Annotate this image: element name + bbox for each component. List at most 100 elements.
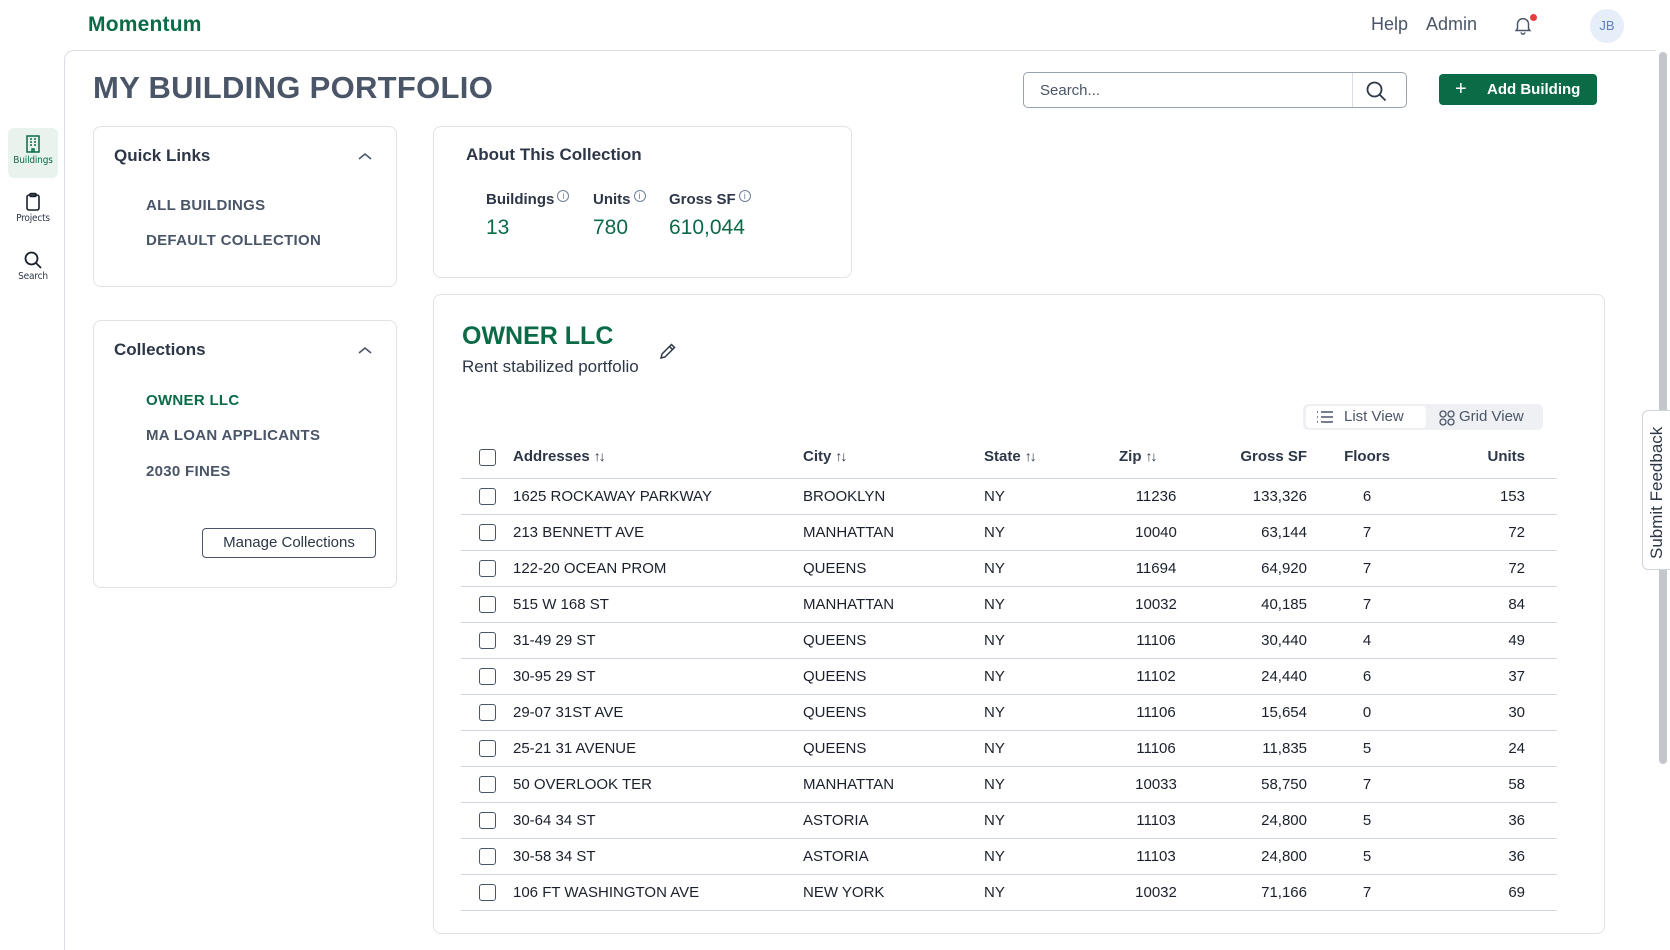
row-units: 49 [1427,622,1557,659]
row-checkbox[interactable] [478,775,496,793]
table-row[interactable]: 213 BENNETT AVE MANHATTAN NY 10040 63,144 7 72 [461,514,1557,551]
row-address[interactable]: 106 FT WASHINGTON AVE [513,874,803,911]
table-row[interactable]: 30-95 29 ST QUEENS NY 11102 24,440 6 37 [461,658,1557,695]
row-checkbox[interactable] [478,487,496,505]
info-icon[interactable]: i [633,190,646,202]
row-gross-sf: 24,800 [1193,802,1307,839]
stat-gross-sf-value: 610,044 [669,216,745,239]
table-row[interactable]: 50 OVERLOOK TER MANHATTAN NY 10033 58,750 7 58 [461,766,1557,803]
row-floors: 7 [1307,874,1427,911]
sort-icon[interactable]: ↑↓ [1146,448,1158,464]
column-header-state[interactable]: State ↑↓ [984,436,1119,479]
table-row[interactable]: 122-20 OCEAN PROM QUEENS NY 11694 64,920 7 72 [461,550,1557,587]
search-bar [1023,72,1407,108]
row-state: NY [984,478,1119,515]
quick-link-default-collection[interactable]: DEFAULT COLLECTION [146,232,321,249]
row-checkbox[interactable] [478,559,496,577]
row-address[interactable]: 122-20 OCEAN PROM [513,550,803,587]
row-address[interactable]: 1625 ROCKAWAY PARKWAY [513,478,803,515]
row-units: 37 [1427,658,1557,695]
chevron-up-icon[interactable] [357,345,373,355]
row-checkbox[interactable] [478,883,496,901]
row-address[interactable]: 30-64 34 ST [513,802,803,839]
admin-link[interactable]: Admin [1426,14,1477,35]
table-row[interactable]: 31-49 29 ST QUEENS NY 11106 30,440 4 49 [461,622,1557,659]
select-all-checkbox[interactable] [478,448,496,466]
scrollbar-thumb[interactable] [1659,52,1667,764]
manage-collections-button[interactable]: Manage Collections [202,528,376,558]
chevron-up-icon[interactable] [357,151,373,161]
table-row[interactable]: 515 W 168 ST MANHATTAN NY 10032 40,185 7 84 [461,586,1557,623]
info-icon[interactable]: i [557,190,570,202]
row-checkbox[interactable] [478,703,496,721]
table-row[interactable]: 106 FT WASHINGTON AVE NEW YORK NY 10032 71,1… [461,874,1557,911]
table-row[interactable]: 29-07 31ST AVE QUEENS NY 11106 15,654 0 30 [461,694,1557,731]
row-state: NY [984,694,1119,731]
table-row[interactable]: 1625 ROCKAWAY PARKWAY BROOKLYN NY 11236 133,… [461,478,1557,515]
row-units: 58 [1427,766,1557,803]
row-checkbox[interactable] [478,667,496,685]
row-zip: 11103 [1119,802,1193,839]
sort-icon[interactable]: ↑↓ [594,448,606,464]
row-checkbox[interactable] [478,631,496,649]
about-title: About This Collection [466,145,642,164]
column-header-zip[interactable]: Zip ↑↓ [1119,436,1193,479]
row-address[interactable]: 213 BENNETT AVE [513,514,803,551]
row-floors: 7 [1307,550,1427,587]
collection-owner-llc[interactable]: OWNER LLC [146,392,240,409]
row-gross-sf: 133,326 [1193,478,1307,515]
quick-link-all-buildings[interactable]: ALL BUILDINGS [146,197,265,214]
help-link[interactable]: Help [1371,14,1408,35]
collection-2030-fines[interactable]: 2030 FINES [146,463,231,480]
row-checkbox[interactable] [478,595,496,613]
rail-item-buildings[interactable]: Buildings [8,128,58,178]
collection-name: OWNER LLC [462,322,614,350]
edit-collection-button[interactable] [658,341,680,363]
row-address[interactable]: 25-21 31 AVENUE [513,730,803,767]
grid-view-button[interactable]: Grid View [1429,406,1541,428]
row-address[interactable]: 29-07 31ST AVE [513,694,803,731]
row-zip: 11106 [1119,622,1193,659]
rail-item-search[interactable]: Search [8,244,58,294]
avatar[interactable]: JB [1590,9,1624,43]
rail-item-projects[interactable]: Projects [8,186,58,236]
row-select-cell [461,838,513,875]
row-zip: 10032 [1119,586,1193,623]
row-select-cell [461,730,513,767]
info-icon[interactable]: i [738,190,751,202]
column-label: Zip [1119,448,1142,466]
row-floors: 6 [1307,478,1427,515]
column-header-addresses[interactable]: Addresses ↑↓ [513,436,803,479]
submit-feedback-tab[interactable]: Submit Feedback [1642,410,1670,570]
row-city: MANHATTAN [803,514,984,551]
table-row[interactable]: 30-64 34 ST ASTORIA NY 11103 24,800 5 36 [461,802,1557,839]
row-city: QUEENS [803,622,984,659]
list-view-button[interactable]: List View [1306,406,1426,428]
sort-icon[interactable]: ↑↓ [1025,448,1037,464]
search-button[interactable] [1364,79,1390,103]
row-address[interactable]: 31-49 29 ST [513,622,803,659]
row-address[interactable]: 30-58 34 ST [513,838,803,875]
add-building-button[interactable]: + Add Building [1439,74,1597,105]
row-address[interactable]: 30-95 29 ST [513,658,803,695]
brand-logo[interactable]: Momentum [88,13,202,37]
row-checkbox[interactable] [478,523,496,541]
row-address[interactable]: 515 W 168 ST [513,586,803,623]
sort-icon[interactable]: ↑↓ [835,448,847,464]
column-header-floors: Floors [1307,436,1427,479]
row-checkbox[interactable] [478,739,496,757]
search-input[interactable] [1024,73,1352,107]
table-row[interactable]: 30-58 34 ST ASTORIA NY 11103 24,800 5 36 [461,838,1557,875]
column-header-city[interactable]: City ↑↓ [803,436,984,479]
row-floors: 7 [1307,514,1427,551]
collections-title: Collections [114,340,206,359]
table-header-row: Addresses ↑↓ City ↑↓ State ↑↓ Zip ↑↓ Gross S… [461,436,1557,479]
row-select-cell [461,694,513,731]
table-row[interactable]: 25-21 31 AVENUE QUEENS NY 11106 11,835 5 24 [461,730,1557,767]
row-checkbox[interactable] [478,811,496,829]
row-address[interactable]: 50 OVERLOOK TER [513,766,803,803]
row-gross-sf: 40,185 [1193,586,1307,623]
row-checkbox[interactable] [478,847,496,865]
collection-ma-loan-applicants[interactable]: MA LOAN APPLICANTS [146,427,320,444]
page-title: MY BUILDING PORTFOLIO [93,70,494,105]
